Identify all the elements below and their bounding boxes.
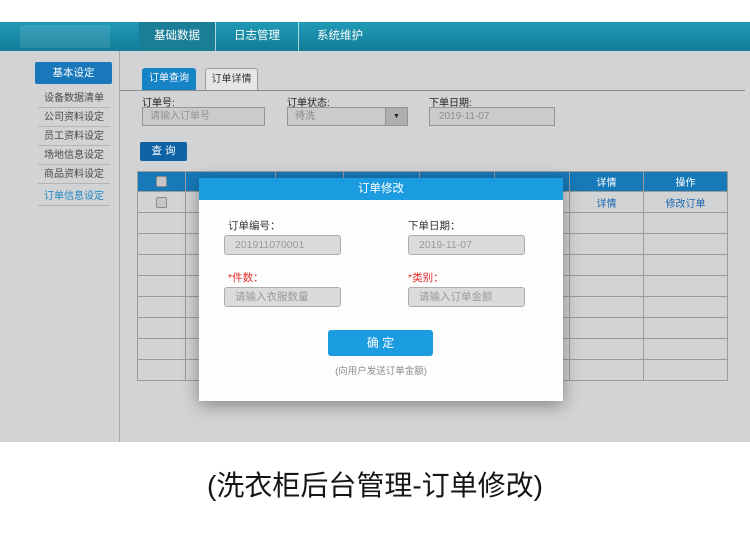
table-cell-empty: [644, 297, 728, 318]
modal-order-no-label: 订单编号：: [228, 218, 281, 233]
modal-type-label: *类别：: [408, 270, 444, 285]
order-date-input[interactable]: [429, 107, 555, 126]
table-cell-empty: [570, 339, 644, 360]
screenshot-root: 基础数据 日志管理 系统维护 基本设定 设备数据清单 公司资料设定 员工资料设定…: [0, 0, 750, 549]
admin-workspace: 基本设定 设备数据清单 公司资料设定 员工资料设定 场地信息设定 商品资料设定 …: [0, 51, 750, 442]
table-cell-empty: [570, 234, 644, 255]
modal-count-input[interactable]: [224, 287, 341, 307]
table-cell-empty: [138, 360, 186, 381]
table-cell-empty: [570, 255, 644, 276]
chevron-down-icon[interactable]: ▼: [385, 108, 407, 125]
sidebar-item-company-info[interactable]: 公司资料设定: [38, 108, 110, 127]
sidebar-item-device-data[interactable]: 设备数据清单: [38, 89, 110, 108]
table-cell-empty: [570, 297, 644, 318]
sidebar: 基本设定 设备数据清单 公司资料设定 员工资料设定 场地信息设定 商品资料设定 …: [0, 51, 120, 442]
modal-count-label: *件数：: [228, 270, 264, 285]
table-cell-empty: [644, 339, 728, 360]
table-cell-empty: [138, 234, 186, 255]
table-cell-empty: [644, 213, 728, 234]
table-cell-empty: [138, 297, 186, 318]
table-cell-empty: [644, 276, 728, 297]
page-caption: (洗衣柜后台管理-订单修改): [0, 464, 750, 504]
table-header-action: 操作: [644, 172, 728, 192]
table-cell-empty: [138, 318, 186, 339]
confirm-button[interactable]: 确 定: [328, 330, 433, 356]
row-checkbox-cell: [138, 192, 186, 213]
detail-link[interactable]: 详情: [597, 199, 617, 210]
select-all-checkbox[interactable]: [156, 176, 167, 187]
table-cell-empty: [570, 276, 644, 297]
table-cell-empty: [644, 234, 728, 255]
table-cell-empty: [138, 213, 186, 234]
table-cell-empty: [138, 276, 186, 297]
query-button[interactable]: 查 询: [140, 142, 187, 161]
table-cell-action: 修改订单: [644, 192, 728, 213]
sidebar-header-basic-settings[interactable]: 基本设定: [35, 62, 112, 84]
nav-tab-system-maintenance[interactable]: 系统维护: [298, 22, 381, 51]
table-cell-empty: [644, 255, 728, 276]
order-modify-modal: 订单修改 订单编号： 下单日期： *件数： *类别： 确 定 (向用户发送订单金…: [199, 178, 563, 401]
sidebar-item-employee-info[interactable]: 员工资料设定: [38, 127, 110, 146]
table-cell-empty: [570, 318, 644, 339]
modal-date-label: 下单日期：: [408, 218, 461, 233]
modal-type-input[interactable]: [408, 287, 525, 307]
nav-tab-log-management[interactable]: 日志管理: [215, 22, 298, 51]
table-cell-empty: [138, 255, 186, 276]
sidebar-item-order-info[interactable]: 订单信息设定: [38, 187, 110, 206]
table-cell-detail: 详情: [570, 192, 644, 213]
table-cell-empty: [570, 360, 644, 381]
sidebar-menu: 设备数据清单 公司资料设定 员工资料设定 场地信息设定 商品资料设定 订单信息设…: [38, 89, 110, 206]
order-status-select[interactable]: 待洗 ▼: [287, 107, 408, 126]
sidebar-item-site-info[interactable]: 场地信息设定: [38, 146, 110, 165]
tab-order-query[interactable]: 订单查询: [142, 68, 196, 90]
logo: [20, 25, 110, 48]
tab-order-detail[interactable]: 订单详情: [205, 68, 258, 90]
modal-order-no-input[interactable]: [224, 235, 341, 255]
modal-date-input[interactable]: [408, 235, 525, 255]
table-cell-empty: [644, 318, 728, 339]
modal-note: (向用户发送订单金额): [199, 363, 563, 377]
sidebar-item-product-info[interactable]: 商品资料设定: [38, 165, 110, 184]
table-cell-empty: [644, 360, 728, 381]
nav-tab-bar: 基础数据 日志管理 系统维护: [139, 22, 381, 51]
modal-title: 订单修改: [199, 178, 563, 200]
order-no-input[interactable]: [142, 107, 265, 126]
table-cell-empty: [570, 213, 644, 234]
modify-order-link[interactable]: 修改订单: [666, 199, 706, 210]
tab-divider: [120, 90, 745, 91]
nav-tab-basic-data[interactable]: 基础数据: [139, 22, 215, 51]
row-checkbox[interactable]: [156, 197, 167, 208]
order-status-value: 待洗: [295, 108, 315, 125]
table-header-checkbox-cell: [138, 172, 186, 192]
table-cell-empty: [138, 339, 186, 360]
table-header-detail: 详情: [570, 172, 644, 192]
top-navbar: 基础数据 日志管理 系统维护: [0, 22, 750, 51]
